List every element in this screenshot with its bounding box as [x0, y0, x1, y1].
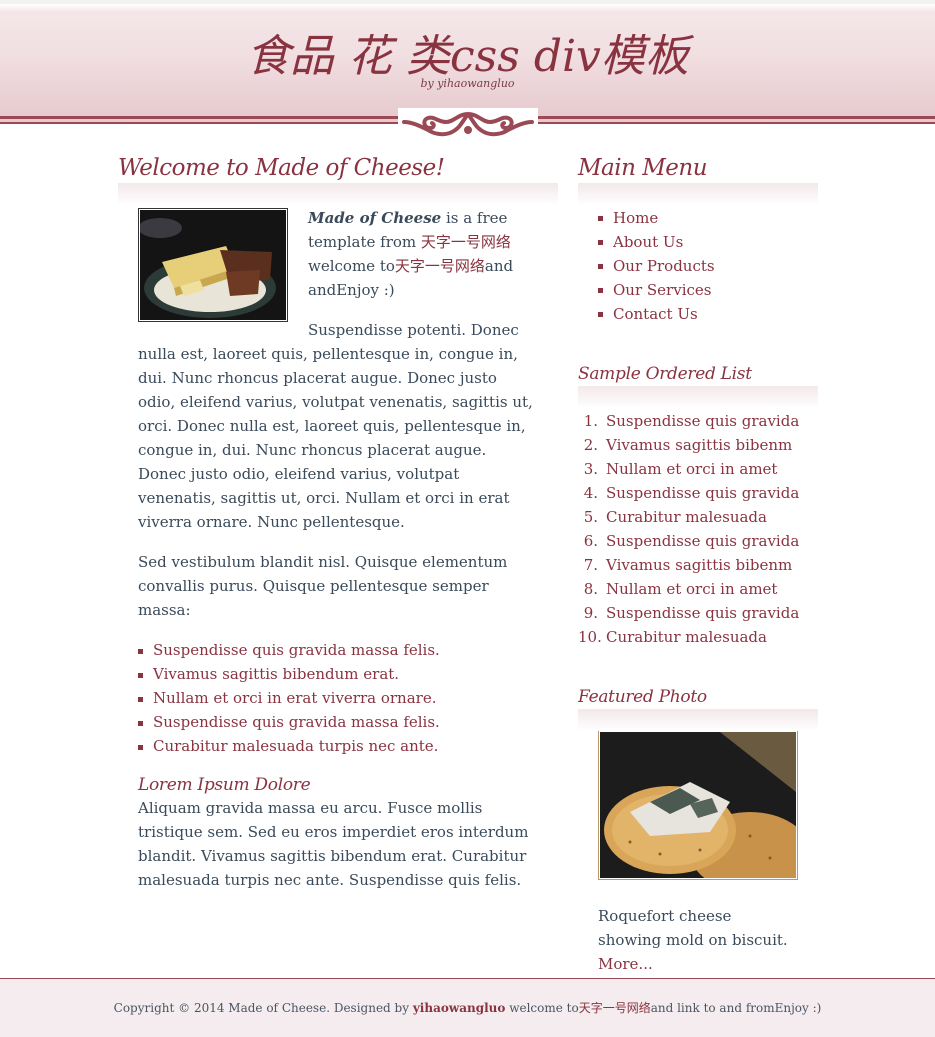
ordered-list-item[interactable]: 4. Suspendisse quis gravida [578, 481, 818, 505]
ordered-list-item[interactable]: 10. Curabitur malesuada [578, 625, 818, 649]
scroll-ornament-icon [398, 108, 538, 137]
site-subtitle: by yihaowangluo [420, 77, 515, 90]
site-header: 食品 花 类css div模板 by yihaowangluo [0, 0, 935, 141]
photo-caption: Roquefort cheese showing mold on biscuit… [598, 907, 788, 973]
intro-strong: Made of Cheese [308, 209, 442, 227]
footer-cn-link[interactable]: 天字一号网络 [579, 1001, 651, 1015]
list-item[interactable]: Nullam et orci in erat viverra ornare. [138, 686, 538, 710]
ordered-list-heading: Sample Ordered List [578, 364, 818, 408]
lorem-subheading: Lorem Ipsum Dolore [138, 775, 311, 795]
main-menu: Home About Us Our Products Our Services … [578, 184, 818, 326]
welcome-heading: Welcome to Made of Cheese! [118, 155, 558, 205]
designer-link[interactable]: yihaowangluo [413, 1001, 506, 1015]
bullet-list: Suspendisse quis gravida massa felis. Vi… [138, 638, 538, 758]
site-title: 食品 花 类css div模板 [246, 31, 689, 82]
body-paragraph-3: Aliquam gravida massa eu arcu. Fusce mol… [138, 799, 529, 889]
site-footer: Copyright © 2014 Made of Cheese. Designe… [0, 978, 935, 1037]
main-menu-heading: Main Menu [578, 155, 818, 205]
sidebar: Main Menu Home About Us Our Products Our… [578, 155, 818, 976]
main-content: Welcome to Made of Cheese! Made of Chees… [118, 155, 558, 908]
menu-item-our-services[interactable]: Our Services [598, 278, 818, 302]
ordered-list-item[interactable]: 8. Nullam et orci in amet [578, 577, 818, 601]
ordered-list-item[interactable]: 6. Suspendisse quis gravida [578, 529, 818, 553]
list-item[interactable]: Vivamus sagittis bibendum erat. [138, 662, 538, 686]
more-link[interactable]: More... [598, 955, 653, 973]
featured-photo-heading: Featured Photo [578, 687, 818, 731]
cheese-plate-image [138, 208, 288, 322]
ordered-list-item[interactable]: 3. Nullam et orci in amet [578, 457, 818, 481]
intro-link-1[interactable]: 天字一号网络 [421, 233, 511, 251]
list-item[interactable]: Suspendisse quis gravida massa felis. [138, 710, 538, 734]
list-item[interactable]: Curabitur malesuada turpis nec ante. [138, 734, 538, 758]
menu-item-about-us[interactable]: About Us [598, 230, 818, 254]
list-item[interactable]: Suspendisse quis gravida massa felis. [138, 638, 538, 662]
ordered-list-item[interactable]: 2. Vivamus sagittis bibenm [578, 433, 818, 457]
menu-item-our-products[interactable]: Our Products [598, 254, 818, 278]
body-paragraph-2: Sed vestibulum blandit nisl. Quisque ele… [138, 553, 508, 619]
ordered-list-item[interactable]: 7. Vivamus sagittis bibenm [578, 553, 818, 577]
ordered-list-item[interactable]: 5. Curabitur malesuada [578, 505, 818, 529]
ordered-list-item[interactable]: 9. Suspendisse quis gravida [578, 601, 818, 625]
menu-item-contact-us[interactable]: Contact Us [598, 302, 818, 326]
menu-item-home[interactable]: Home [598, 206, 818, 230]
footer-text: Copyright © 2014 Made of Cheese. Designe… [113, 1001, 822, 1015]
ordered-list-item[interactable]: 1. Suspendisse quis gravida [578, 409, 818, 433]
ordered-list: 1. Suspendisse quis gravida 2. Vivamus sag… [578, 387, 818, 649]
featured-photo[interactable] [598, 730, 810, 892]
intro-link-2[interactable]: 天字一号网络 [395, 257, 485, 275]
body-paragraph-1: Suspendisse potenti. Donec nulla est, la… [138, 321, 533, 531]
